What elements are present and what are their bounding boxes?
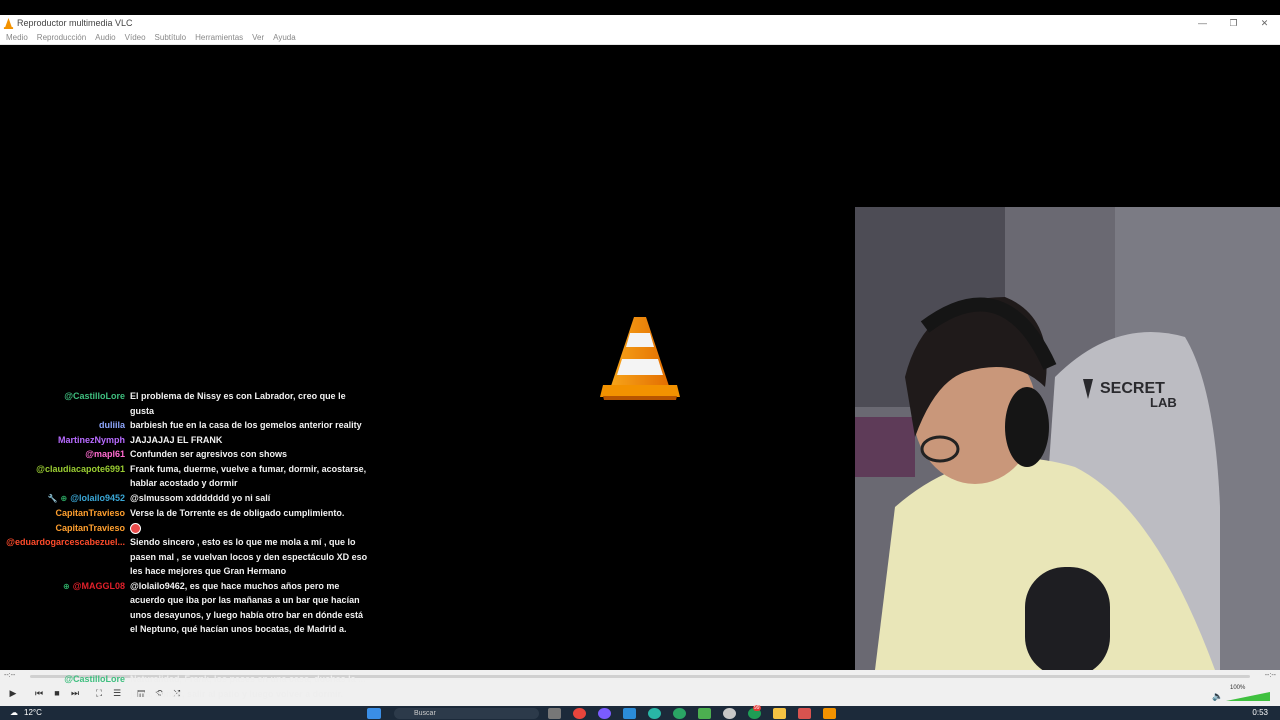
close-button[interactable]: ✕ — [1249, 15, 1280, 31]
spreadsheet-icon[interactable] — [698, 708, 711, 719]
mod-badge-icon: ⊕ — [60, 493, 68, 503]
maximize-button[interactable]: ❐ — [1218, 15, 1249, 31]
mod-badge-icon: ⊕ — [63, 581, 70, 591]
chat-user-cell: 🔧 ⊕ @lolailo9452 — [0, 491, 130, 507]
chat-text: Siendo sincero , esto es lo que me mola … — [130, 537, 368, 576]
chat-message: @claudiacapote6991 Frank fuma, duerme, v… — [0, 462, 380, 491]
chat-text — [130, 521, 370, 536]
wrench-badge-icon: 🔧 — [47, 493, 58, 503]
menu-ayuda[interactable]: Ayuda — [273, 33, 296, 42]
notification-badge: 99 — [753, 705, 761, 711]
menu-medio[interactable]: Medio — [6, 33, 28, 42]
menu-bar: Medio Reproducción Audio Vídeo Subtítulo… — [0, 31, 1280, 45]
start-icon[interactable] — [367, 708, 381, 719]
minimize-button[interactable]: — — [1187, 15, 1218, 31]
chat-username: CapitanTravieso — [55, 508, 125, 518]
chat-message: @eduardogarcescabezuel... Siendo sincero… — [0, 535, 380, 579]
menu-herramientas[interactable]: Herramientas — [195, 33, 243, 42]
chat-text: @lolailo9462, es que hace muchos años pe… — [130, 580, 364, 635]
clock: 0:53 — [1252, 708, 1268, 717]
chat-text: Verse la de Torrente es de obligado cump… — [130, 508, 345, 518]
chat-text: Naturalidad, Frank, los pases en una cas… — [130, 674, 366, 699]
vlc-app-icon — [3, 17, 14, 29]
whatsapp-icon[interactable]: 99 — [748, 705, 761, 719]
pinned-apps: 99 — [548, 705, 836, 719]
webcam-overlay: SECRET LAB — [855, 207, 1280, 670]
chat-overlay: @CastilloLore El problema de Nissy es co… — [0, 389, 380, 637]
temperature: 12°C — [24, 708, 42, 717]
app-icon[interactable] — [673, 708, 686, 719]
menu-ver[interactable]: Ver — [252, 33, 264, 42]
chat-message: ⊕ @MAGGL08 @lolailo9462, es que hace much… — [0, 579, 380, 637]
chat-text: @slmussom xddddddd yo ni salí — [130, 492, 271, 503]
vlc-cone-logo — [600, 317, 680, 400]
taskbar-apps — [367, 708, 381, 719]
chat-username: @CastilloLore — [64, 674, 125, 684]
edge-icon[interactable] — [648, 708, 661, 719]
chat-message: MartinezNymph JAJJAJAJ EL FRANK — [0, 433, 380, 448]
cloud-icon: ☁ — [10, 708, 18, 717]
chair-brand-bottom: LAB — [1150, 395, 1177, 410]
chat-username: @mapl61 — [85, 449, 125, 459]
chat-message: 🔧 ⊕ @lolailo9452 @slmussom xddddddd yo ni … — [0, 491, 380, 507]
chat-text: JAJJAJAJ EL FRANK — [130, 434, 223, 445]
chat-username: duliila — [98, 420, 125, 430]
search-placeholder: Buscar — [414, 710, 436, 717]
chrome-icon[interactable] — [573, 708, 586, 719]
emote-icon — [130, 522, 141, 534]
menu-audio[interactable]: Audio — [95, 33, 115, 42]
window-title: Reproductor multimedia VLC — [17, 18, 133, 28]
pdf-icon[interactable] — [798, 708, 811, 719]
vlc-taskbar-icon[interactable] — [823, 708, 836, 719]
folder-icon[interactable] — [773, 708, 786, 719]
chat-username: @lolailo9452 — [70, 492, 125, 503]
chat-user-cell: ⊕ @MAGGL08 — [0, 579, 130, 637]
chat-text: Confunden ser agresivos con shows — [130, 449, 288, 459]
windows-taskbar: ☁ 12°C Buscar 99 0:53 — [0, 705, 1280, 720]
chat-username: CapitanTravieso — [55, 522, 125, 533]
chat-overlay-bottom: @CastilloLore Naturalidad, Frank, los pa… — [0, 672, 380, 701]
chat-message: @CastilloLore El problema de Nissy es co… — [0, 389, 380, 418]
chat-message: @CastilloLore Naturalidad, Frank, los pa… — [0, 672, 380, 701]
chat-username: @MAGGL08 — [72, 580, 125, 591]
settings-icon[interactable] — [723, 708, 736, 719]
chat-username: @CastilloLore — [64, 391, 125, 401]
volume-control[interactable]: 🔈 100% — [1212, 685, 1274, 703]
chat-message: CapitanTravieso — [0, 521, 380, 536]
search-box[interactable]: Buscar — [394, 708, 539, 719]
menu-subtitulo[interactable]: Subtítulo — [155, 33, 187, 42]
chat-message: CapitanTravieso Verse la de Torrente es … — [0, 506, 380, 521]
mail-icon[interactable] — [623, 708, 636, 719]
chat-message: @mapl61 Confunden ser agresivos con show… — [0, 447, 380, 462]
chat-message: duliila barbiesh fue en la casa de los g… — [0, 418, 380, 433]
menu-video[interactable]: Vídeo — [125, 33, 146, 42]
weather-widget[interactable]: ☁ 12°C — [10, 708, 42, 717]
discord-icon[interactable] — [598, 708, 611, 719]
chat-username: MartinezNymph — [57, 434, 125, 445]
task-view-icon[interactable] — [548, 708, 561, 719]
total-time: --:-- — [1264, 672, 1276, 679]
chat-text: Frank fuma, duerme, vuelve a fumar, dorm… — [130, 463, 367, 489]
chat-text: El problema de Nissy es con Labrador, cr… — [130, 391, 346, 416]
window-controls: — ❐ ✕ — [1187, 15, 1280, 31]
volume-slider[interactable] — [1212, 685, 1274, 703]
chat-text: barbiesh fue en la casa de los gemelos a… — [130, 420, 362, 430]
chat-username: @claudiacapote6991 — [36, 463, 125, 474]
menu-reproduccion[interactable]: Reproducción — [37, 33, 86, 42]
window-titlebar: Reproductor multimedia VLC — ❐ ✕ — [0, 15, 1280, 31]
chat-username: @eduardogarcescabezuel... — [6, 537, 125, 547]
